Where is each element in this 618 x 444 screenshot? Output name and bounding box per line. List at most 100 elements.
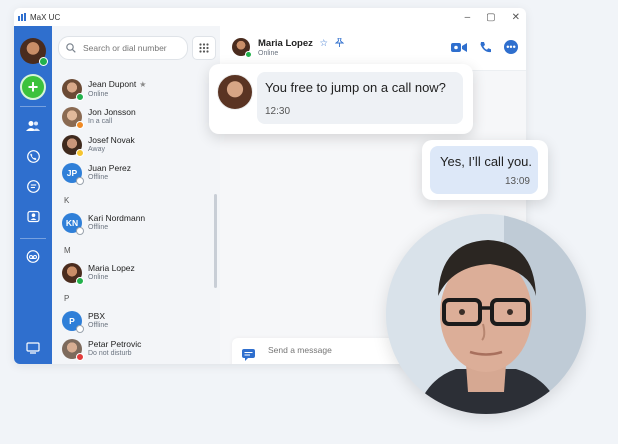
video-call-icon[interactable] [451, 42, 467, 53]
new-action-button[interactable]: + [14, 74, 52, 100]
nav-screen-share[interactable] [14, 342, 52, 354]
contact-name: Maria Lopez [258, 38, 313, 49]
contact-name: PBX [88, 311, 106, 321]
contact-name: Jean Dupont [88, 78, 137, 89]
contact-row-kari-nordmann[interactable]: KN Kari Nordmann Offline [62, 210, 145, 236]
contact-status: Offline [88, 322, 109, 329]
avatar: P [62, 311, 84, 333]
avatar: KN [62, 213, 84, 235]
nav-chats[interactable] [14, 180, 52, 193]
incoming-message: You free to jump on a call now? 12:30 [209, 64, 473, 134]
message-text: You free to jump on a call now? [265, 80, 446, 95]
presence-in-call-icon [76, 121, 84, 129]
presence-online-icon [39, 57, 48, 66]
contacts-panel: Jean Dupont★Online Jon JonssonIn a call … [52, 26, 221, 364]
contacts-icon [26, 121, 40, 131]
section-letter: P [64, 294, 70, 303]
contact-name: Jon Jonsson [88, 107, 136, 117]
more-options-icon[interactable]: ••• [504, 40, 518, 54]
minimize-button[interactable]: – [465, 12, 471, 23]
voicemail-icon [26, 250, 40, 263]
favorite-star-icon: ★ [139, 79, 147, 89]
avatar [62, 135, 84, 157]
dialpad-icon [199, 43, 209, 53]
screen-share-icon [26, 342, 40, 354]
presence-online-icon [76, 277, 84, 285]
contact-row-pbx[interactable]: P PBX Offline [62, 308, 108, 334]
close-button[interactable]: ✕ [512, 12, 520, 23]
pin-icon[interactable] [334, 37, 345, 47]
nav-contacts[interactable] [14, 120, 52, 132]
avatar [62, 107, 84, 129]
caller-photo [386, 214, 586, 414]
message-bubble: Yes, I’ll call you. 13:09 [430, 146, 538, 194]
contact-name: Kari Nordmann [88, 213, 146, 223]
plus-icon: + [20, 74, 46, 100]
section-letter: K [64, 196, 70, 205]
my-avatar[interactable] [14, 38, 52, 66]
title-bar: MaX UC – ▢ ✕ [14, 8, 526, 26]
presence-offline-icon [76, 177, 84, 185]
contact-status: Online [88, 90, 109, 98]
contact-row-petar-petrovic[interactable]: Petar Petrovic Do not disturb [62, 336, 141, 362]
avatar [62, 339, 84, 361]
nav-calls[interactable] [14, 150, 52, 163]
contact-status: Online [88, 274, 109, 281]
contact-name: Petar Petrovic [88, 339, 142, 349]
contact-name: Maria Lopez [88, 263, 135, 273]
message-time: 12:30 [265, 106, 291, 117]
contact-row-maria-lopez[interactable]: Maria Lopez Online [62, 260, 135, 286]
contact-status: Away [88, 146, 105, 153]
presence-online-icon [76, 93, 84, 101]
message-input[interactable] [266, 344, 400, 356]
message-text: Yes, I’ll call you. [440, 154, 533, 169]
chat-icon [26, 180, 40, 193]
search-icon [66, 43, 76, 53]
window-controls: – ▢ ✕ [465, 12, 520, 23]
contact-status: Offline [88, 174, 109, 181]
logo-icon [18, 13, 26, 21]
app-title: MaX UC [30, 12, 61, 22]
contact-status: Do not disturb [88, 350, 132, 357]
presence-dnd-icon [76, 353, 84, 361]
chat-actions: ••• [451, 40, 518, 54]
avatar-initials: P [69, 316, 75, 326]
contact-name: Juan Perez [88, 163, 131, 173]
rail-divider [20, 106, 46, 107]
phone-call-icon[interactable] [479, 41, 492, 54]
nav-voicemail[interactable] [14, 250, 52, 263]
phone-icon [26, 150, 40, 163]
avatar [217, 74, 253, 110]
nav-directory[interactable] [14, 210, 52, 223]
contact-name: Josef Novak [88, 135, 135, 145]
contact-row-jon-jonsson[interactable]: Jon Jonsson In a call [62, 104, 136, 130]
avatar[interactable] [232, 38, 252, 58]
maximize-button[interactable]: ▢ [486, 12, 495, 23]
presence-offline-icon [76, 325, 84, 333]
presence-online-icon [245, 51, 252, 58]
presence-offline-icon [76, 227, 84, 235]
nav-rail: + [14, 26, 52, 364]
section-letter: M [64, 246, 71, 255]
presence-away-icon [76, 149, 84, 157]
contact-row-juan-perez[interactable]: JP Juan Perez Offline [62, 160, 131, 186]
chat-contact-name: Maria Lopez ☆ [258, 37, 345, 49]
avatar: JP [62, 163, 84, 185]
message-icon [242, 349, 255, 361]
search-box[interactable] [58, 36, 188, 60]
person-portrait-image [386, 214, 586, 414]
search-input[interactable] [81, 42, 185, 54]
avatar-initials: JP [66, 168, 78, 178]
contact-status: In a call [88, 118, 113, 125]
contact-row-josef-novak[interactable]: Josef Novak Away [62, 132, 135, 158]
app-logo: MaX UC [18, 13, 60, 22]
message-time: 13:09 [504, 176, 530, 187]
avatar-initials: KN [65, 218, 79, 228]
avatar [62, 79, 84, 101]
dialpad-button[interactable] [192, 36, 216, 60]
contact-row-jean-dupont[interactable]: Jean Dupont ★ Online [62, 76, 146, 102]
contact-list-scrollbar[interactable] [214, 194, 217, 288]
favorite-star-icon[interactable]: ☆ [320, 38, 329, 49]
avatar [62, 263, 84, 285]
directory-icon [26, 210, 40, 223]
